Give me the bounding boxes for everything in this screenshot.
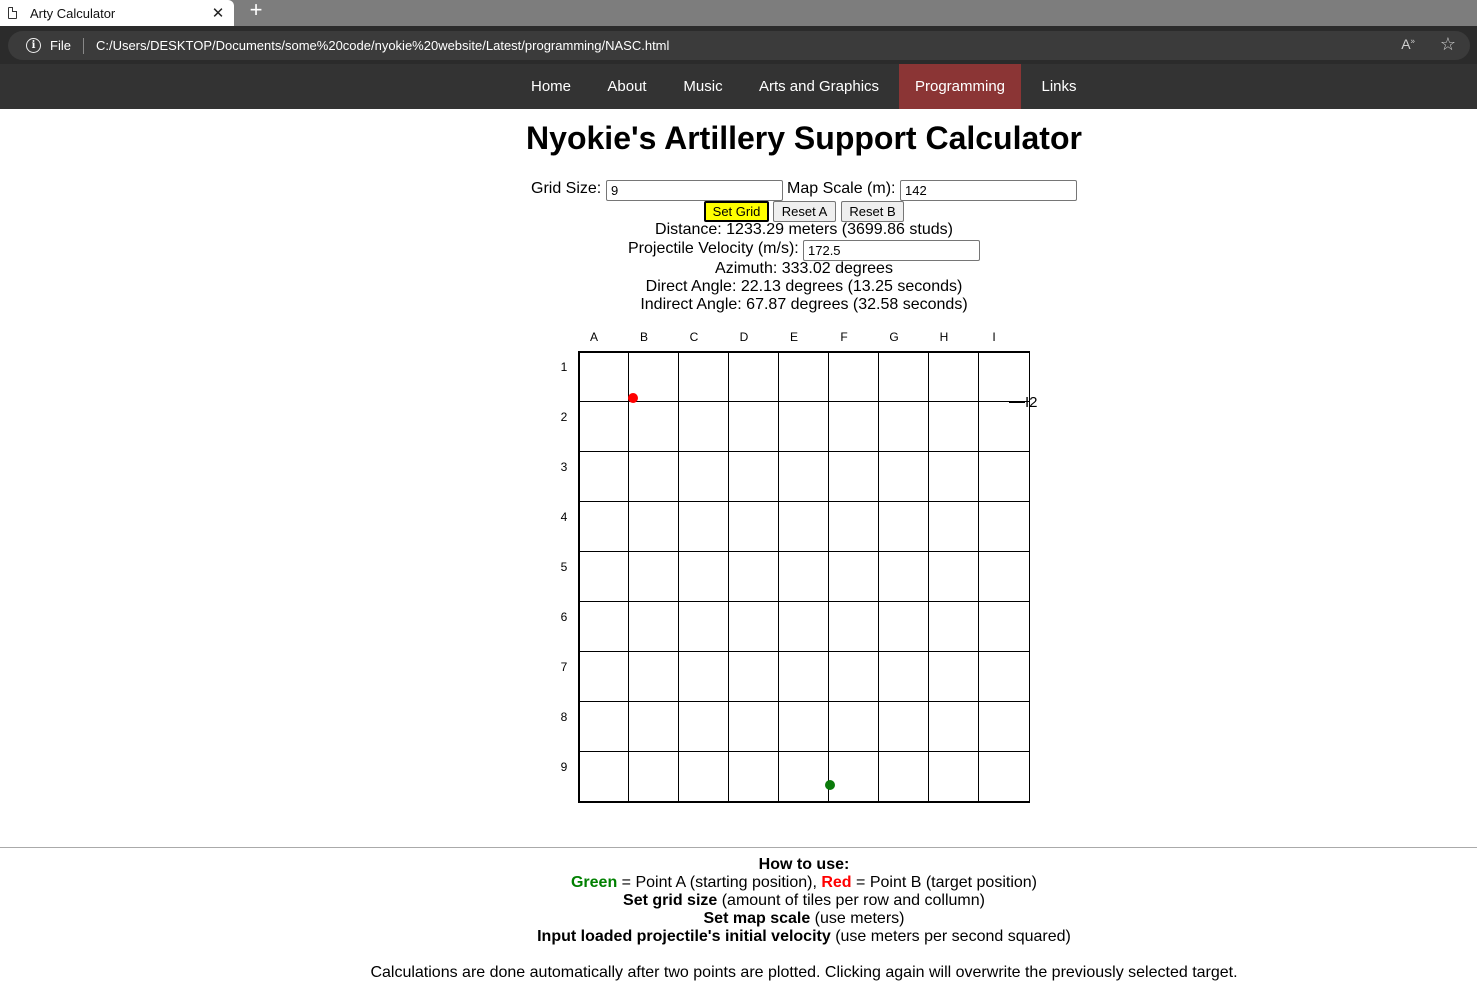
grid-line-horizontal [579,401,1029,402]
map-scale-label: Map Scale (m): [787,180,896,197]
set-grid-button[interactable]: Set Grid [704,201,769,222]
grid-line-vertical [678,351,679,802]
nav-programming[interactable]: Programming [899,64,1021,109]
grid-line-horizontal [579,501,1029,502]
reset-b-button[interactable]: Reset B [841,201,904,222]
row-label: 9 [560,760,568,774]
grid-line-horizontal [579,601,1029,602]
divider [0,847,1477,848]
column-label: F [840,330,848,344]
reset-a-button[interactable]: Reset A [773,201,836,222]
howto-grid-size: Set grid size (amount of tiles per row a… [0,892,1477,910]
grid-size-label: Grid Size: [531,180,602,197]
green-legend-word: Green [570,874,618,891]
howto-legend: Green = Point A (starting position), Red… [0,874,1477,892]
column-label: D [739,330,749,344]
howto-grid-size-text: (amount of tiles per row and collumn) [717,892,985,909]
distance-text: Distance: 1233.29 meters (3699.86 studs) [655,221,953,238]
howto-velocity: Input loaded projectile's initial veloci… [0,928,1477,946]
column-label: G [889,330,899,344]
browser-tab-bar: Arty Calculator ✕ + [0,0,1477,26]
info-icon[interactable]: i [26,38,41,53]
grid-line-vertical [878,351,879,802]
tab-title: Arty Calculator [30,5,116,21]
close-tab-icon[interactable]: ✕ [208,4,228,22]
velocity-label: Projectile Velocity (m/s): [628,240,799,257]
howto-footer: Calculations are done automatically afte… [370,964,1238,981]
direct-angle-text: Direct Angle: 22.13 degrees (13.25 secon… [645,278,963,295]
document-icon [8,7,17,19]
grid-line-vertical [828,351,829,802]
map-scale-input[interactable] [900,180,1077,201]
row-label: 5 [560,560,568,574]
grid-line-horizontal [579,651,1029,652]
nav-arts-and-graphics[interactable]: Arts and Graphics [743,64,895,109]
target-indicator-line [1009,402,1025,403]
column-label: I [992,330,996,344]
nav-about[interactable]: About [591,64,663,109]
browser-toolbar: i File C:/Users/DESKTOP/Documents/some%2… [0,26,1477,64]
howto-velocity-text: (use meters per second squared) [830,928,1071,945]
point-b-marker [628,393,638,403]
grid-line-horizontal [579,451,1029,452]
indirect-angle-text: Indirect Angle: 67.87 degrees (32.58 sec… [640,296,968,313]
point-a-marker [825,780,835,790]
file-label: File [50,38,71,53]
grid-size-input[interactable] [606,180,783,201]
address-separator [82,37,84,54]
grid-line-horizontal [579,701,1029,702]
row-label: 6 [560,610,568,624]
grid-line-horizontal [579,551,1029,552]
howto-velocity-bold: Input loaded projectile's initial veloci… [537,928,831,945]
velocity-input[interactable] [803,240,980,261]
column-label: E [789,330,798,344]
address-bar[interactable]: i File C:/Users/DESKTOP/Documents/some%2… [8,31,1470,60]
grid-line-vertical [728,351,729,802]
browser-tab[interactable]: Arty Calculator ✕ [0,0,234,26]
azimuth-text: Azimuth: 333.02 degrees [715,260,893,277]
target-grid-label: I2 [1025,394,1038,411]
grid-line-vertical [628,351,629,802]
howto-map-scale-bold: Set map scale [703,910,811,927]
page-title: Nyokie's Artillery Support Calculator [526,120,1082,156]
column-label: H [939,330,949,344]
read-aloud-icon[interactable]: A» [1401,36,1415,52]
grid-border[interactable] [578,351,1030,803]
column-label: B [639,330,648,344]
row-label: 7 [560,660,568,674]
row-label: 4 [560,510,568,524]
howto-map-scale: Set map scale (use meters) [0,910,1477,928]
favorite-star-icon[interactable]: ☆ [1440,34,1456,55]
nav-home[interactable]: Home [515,64,587,109]
row-label: 8 [560,710,568,724]
column-label: A [589,330,598,344]
url-text[interactable]: C:/Users/DESKTOP/Documents/some%20code/n… [96,38,669,53]
grid-line-vertical [978,351,979,802]
howto-heading: How to use: [758,856,850,873]
new-tab-icon[interactable]: + [245,0,267,22]
red-legend-word: Red [821,874,852,891]
site-nav: Home About Music Arts and Graphics Progr… [0,64,1477,109]
nav-links[interactable]: Links [1024,64,1094,109]
grid-line-vertical [928,351,929,802]
red-legend-text: = Point B (target position) [851,874,1038,891]
nav-music[interactable]: Music [667,64,739,109]
column-label: C [689,330,699,344]
row-label: 1 [560,360,568,374]
howto-grid-size-bold: Set grid size [623,892,718,909]
green-legend-text: = Point A (starting position), [617,874,822,891]
grid-line-horizontal [579,751,1029,752]
row-label: 3 [560,460,568,474]
row-label: 2 [560,410,568,424]
grid-line-vertical [778,351,779,802]
howto-map-scale-text: (use meters) [810,910,905,927]
